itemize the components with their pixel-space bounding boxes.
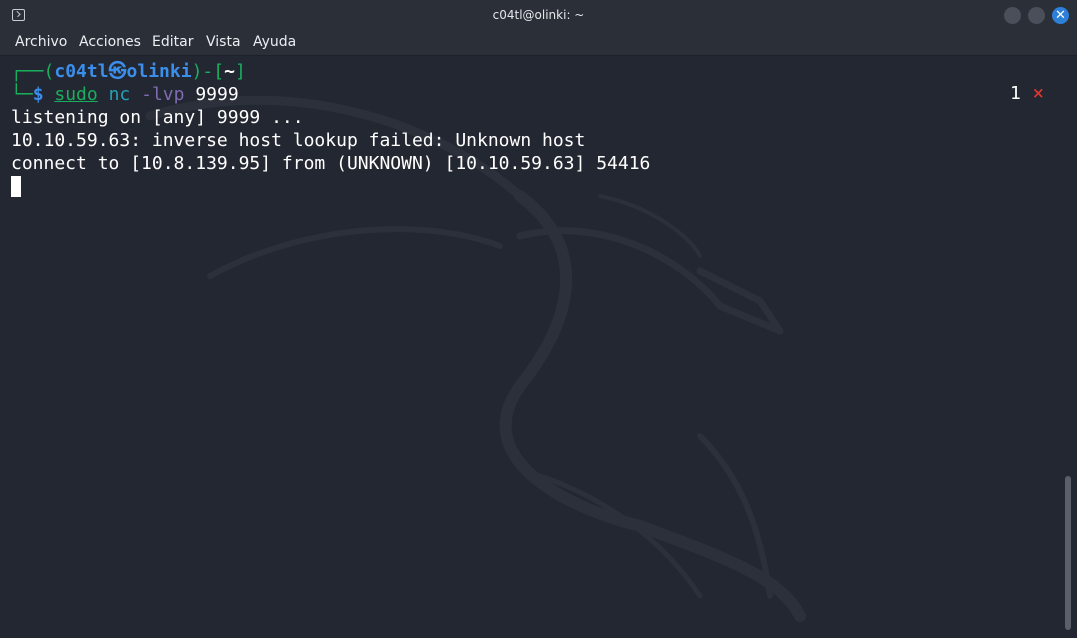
close-button[interactable]: ✕ <box>1052 7 1069 24</box>
output-line: connect to [10.8.139.95] from (UNKNOWN) … <box>11 153 651 174</box>
text-cursor <box>11 176 21 197</box>
menu-archivo[interactable]: Archivo <box>15 34 67 50</box>
terminal-area[interactable]: ┌──(c04tl㉿olinki)-[~] └─$ sudo nc -lvp 9… <box>0 56 1077 638</box>
command-line: └─$ sudo nc -lvp 9999 <box>11 83 239 106</box>
job-count: 1 <box>1010 83 1021 104</box>
output-line: 10.10.59.63: inverse host lookup failed:… <box>11 130 586 151</box>
command-port: 9999 <box>195 84 239 105</box>
prompt-corner-top: ┌──( <box>11 61 55 82</box>
menu-editar[interactable]: Editar <box>152 34 193 50</box>
prompt-host: olinki <box>126 61 192 82</box>
command-sudo: sudo <box>54 84 98 105</box>
command-nc: nc <box>108 84 131 105</box>
menu-ayuda[interactable]: Ayuda <box>253 34 296 50</box>
prompt-user: c04tl <box>54 61 109 82</box>
output-line: listening on [any] 9999 ... <box>11 107 304 128</box>
prompt-corner-bottom: └─ <box>11 84 33 105</box>
terminal-window: c04tl@olinki: ~ ✕ Archivo Acciones Edita… <box>0 0 1077 638</box>
menu-acciones[interactable]: Acciones <box>79 34 141 50</box>
title-bar[interactable]: c04tl@olinki: ~ ✕ <box>0 0 1077 31</box>
window-title: c04tl@olinki: ~ <box>492 8 585 22</box>
command-flags: -lvp <box>141 84 185 105</box>
maximize-button[interactable] <box>1028 7 1045 24</box>
prompt-at-symbol: ㉿ <box>108 61 127 82</box>
prompt-bracket-end: ] <box>234 61 246 82</box>
prompt-path: ~ <box>224 61 235 82</box>
prompt-line-top: ┌──(c04tl㉿olinki)-[~] <box>11 60 246 83</box>
prompt-bracket-mid: )-[ <box>191 61 225 82</box>
minimize-button[interactable] <box>1004 7 1021 24</box>
job-status-icon: × <box>1032 84 1045 102</box>
scrollbar[interactable] <box>1065 476 1071 630</box>
menu-vista[interactable]: Vista <box>206 34 241 50</box>
menu-bar: Archivo Acciones Editar Vista Ayuda <box>0 31 1077 56</box>
prompt-dollar: $ <box>32 84 44 105</box>
